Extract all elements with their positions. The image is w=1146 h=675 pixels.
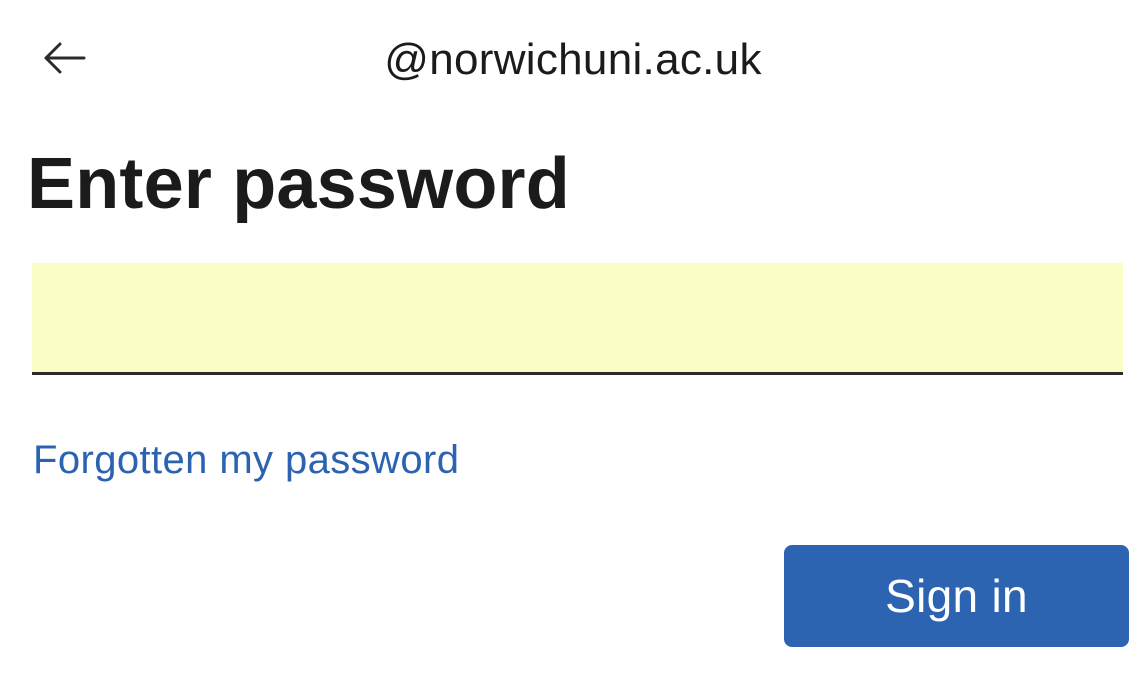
account-identity: @norwichuni.ac.uk — [384, 35, 762, 84]
password-field[interactable] — [32, 263, 1123, 375]
forgot-password-link[interactable]: Forgotten my password — [33, 436, 459, 484]
page-title: Enter password — [27, 144, 570, 224]
sign-in-button[interactable]: Sign in — [784, 545, 1129, 647]
